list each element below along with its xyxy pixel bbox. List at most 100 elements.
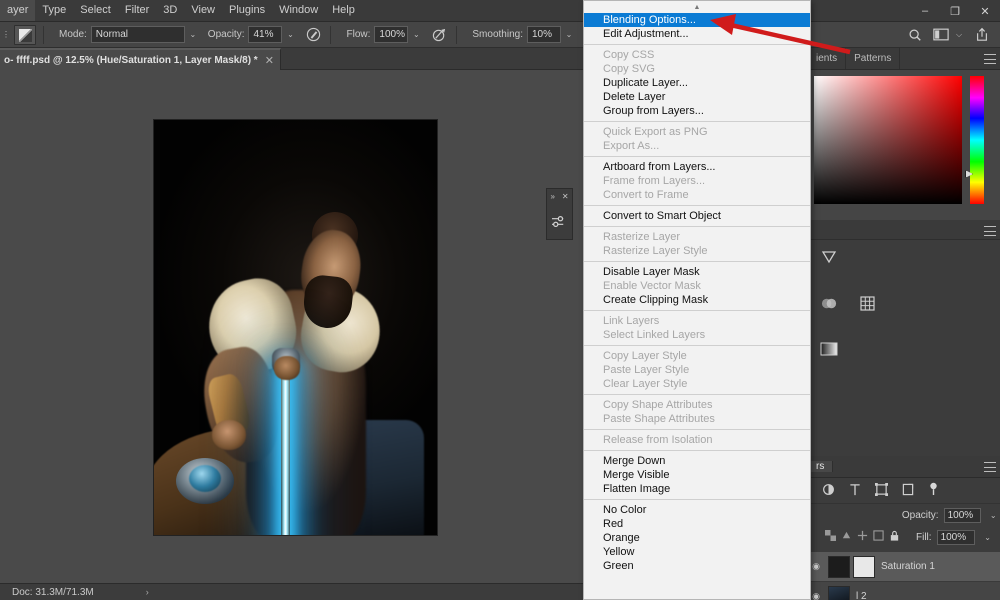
- flow-chevron-down-icon[interactable]: ⌄: [409, 26, 423, 43]
- chevrons-right-icon[interactable]: »: [550, 192, 554, 201]
- close-icon[interactable]: ✕: [562, 192, 569, 201]
- hue-strip[interactable]: [970, 76, 984, 204]
- menu-select[interactable]: Select: [73, 0, 118, 21]
- layer-thumbnail[interactable]: [828, 555, 850, 578]
- adjustments-sliders-icon[interactable]: [547, 204, 572, 239]
- context-menu-item[interactable]: Green: [584, 559, 810, 573]
- opacity-input[interactable]: 41%: [248, 26, 283, 43]
- menu-layer[interactable]: ayer: [0, 0, 36, 21]
- tab-layers[interactable]: rs: [808, 461, 834, 472]
- context-menu-item[interactable]: Edit Adjustment...: [584, 27, 810, 41]
- close-button[interactable]: ✕: [970, 0, 1000, 22]
- pressure-icon[interactable]: [429, 25, 449, 45]
- vibrance-icon[interactable]: [820, 248, 838, 266]
- context-menu-item[interactable]: Merge Down: [584, 454, 810, 468]
- context-menu-item[interactable]: Duplicate Layer...: [584, 76, 810, 90]
- context-menu-item[interactable]: Group from Layers...: [584, 104, 810, 118]
- lock-image-icon[interactable]: [841, 530, 852, 544]
- chevron-down-icon[interactable]: ⌄: [186, 26, 200, 43]
- layers-panel-menu-icon[interactable]: [984, 462, 996, 472]
- scroll-up-icon[interactable]: ▲: [584, 1, 810, 13]
- minimize-button[interactable]: –: [910, 0, 940, 22]
- menu-view[interactable]: View: [184, 0, 222, 21]
- lock-all-icon[interactable]: [889, 530, 900, 545]
- adjustments-panel-menu-icon[interactable]: [984, 226, 996, 236]
- menu-separator: [584, 310, 810, 311]
- layer-context-menu[interactable]: ▲ Blending Options... Edit Adjustment... C…: [583, 0, 811, 600]
- share-icon[interactable]: [972, 25, 992, 45]
- status-expand-icon[interactable]: ›: [146, 587, 149, 597]
- options-bar-grip[interactable]: ⋮: [2, 30, 10, 39]
- menu-separator: [584, 156, 810, 157]
- search-icon[interactable]: [905, 25, 925, 45]
- document-tab[interactable]: o- ffff.psd @ 12.5% (Hue/Saturation 1, L…: [0, 48, 281, 70]
- panel-menu-icon[interactable]: [984, 54, 996, 64]
- upper-hand: [274, 356, 300, 380]
- context-menu-item: Link Layers: [603, 315, 660, 327]
- menu-3d[interactable]: 3D: [156, 0, 184, 21]
- layer-fill-chevron-down-icon[interactable]: ⌄: [981, 529, 995, 546]
- context-menu-item: Copy SVG: [603, 63, 655, 75]
- menu-help[interactable]: Help: [325, 0, 362, 21]
- context-menu-item[interactable]: Artboard from Layers...: [584, 160, 810, 174]
- context-menu-item[interactable]: No Color: [584, 503, 810, 517]
- table-row[interactable]: ◉ Saturation 1: [808, 552, 1000, 582]
- color-picker-panel[interactable]: [808, 70, 1000, 220]
- context-menu-item[interactable]: Convert to Smart Object: [584, 209, 810, 223]
- table-row[interactable]: ◉ l 2: [808, 582, 1000, 600]
- airbrush-icon[interactable]: [303, 25, 323, 45]
- menu-plugins[interactable]: Plugins: [222, 0, 272, 21]
- lock-transparency-icon[interactable]: [825, 530, 836, 544]
- tab-gradients[interactable]: ients: [808, 48, 847, 69]
- smoothing-input[interactable]: 10%: [526, 26, 561, 43]
- menu-bar: ayer Type Select Filter 3D View Plugins …: [0, 0, 1000, 22]
- shape-filter-icon[interactable]: [875, 482, 888, 499]
- layers-list[interactable]: ◉ Saturation 1 ◉ l 2: [808, 552, 1000, 600]
- tab-patterns[interactable]: Patterns: [846, 48, 901, 69]
- workspace-chevron-down-icon[interactable]: ⌵: [952, 26, 966, 43]
- layer-opacity-chevron-down-icon[interactable]: ⌄: [987, 507, 1000, 524]
- workspace-icon[interactable]: [931, 25, 951, 45]
- context-menu-item[interactable]: Create Clipping Mask: [584, 293, 810, 307]
- layer-fill-input[interactable]: 100%: [936, 529, 975, 545]
- context-menu-item[interactable]: Merge Visible: [584, 468, 810, 482]
- menu-separator: [584, 429, 810, 430]
- context-menu-item[interactable]: Disable Layer Mask: [584, 265, 810, 279]
- context-menu-item[interactable]: Orange: [584, 531, 810, 545]
- context-menu-item[interactable]: Yellow: [584, 545, 810, 559]
- smart-object-filter-icon[interactable]: [902, 483, 914, 499]
- menu-filter[interactable]: Filter: [118, 0, 156, 21]
- artboard-image[interactable]: [154, 120, 437, 535]
- lock-artboard-icon[interactable]: [873, 530, 884, 544]
- context-menu-item[interactable]: Blending Options...: [584, 13, 810, 27]
- adjustments-panel: [808, 220, 1000, 356]
- layer-mask-thumbnail[interactable]: [853, 555, 875, 578]
- smoothing-label: Smoothing:: [472, 29, 523, 40]
- toggle-filter-icon[interactable]: [928, 482, 939, 499]
- context-menu-item[interactable]: Delete Layer: [584, 90, 810, 104]
- color-balance-icon[interactable]: [820, 294, 838, 312]
- layer-opacity-input[interactable]: 100%: [943, 507, 981, 523]
- lock-position-icon[interactable]: [857, 530, 868, 544]
- viking-warrior-photo: [154, 120, 437, 535]
- menu-type[interactable]: Type: [35, 0, 73, 21]
- gradient-map-icon[interactable]: [858, 294, 876, 312]
- blend-mode-select[interactable]: Normal: [90, 26, 185, 43]
- opacity-chevron-down-icon[interactable]: ⌄: [283, 26, 297, 43]
- menu-window[interactable]: Window: [272, 0, 325, 21]
- flow-input[interactable]: 100%: [374, 26, 409, 43]
- smoothing-chevron-down-icon[interactable]: ⌄: [562, 26, 576, 43]
- context-menu-item[interactable]: Red: [584, 517, 810, 531]
- divider: [43, 25, 44, 44]
- pixels-filter-icon[interactable]: [822, 483, 835, 499]
- layers-blend-row: Opacity: 100% ⌄: [808, 504, 1000, 526]
- gradient-icon[interactable]: [820, 340, 838, 358]
- floating-properties-panel[interactable]: » ✕: [546, 188, 573, 240]
- color-picker-field[interactable]: [814, 76, 962, 204]
- context-menu-item[interactable]: Flatten Image: [584, 482, 810, 496]
- brush-tool-icon[interactable]: [14, 24, 36, 45]
- layer-thumbnail[interactable]: [828, 585, 850, 600]
- type-filter-icon[interactable]: [849, 483, 861, 499]
- restore-button[interactable]: ❐: [940, 0, 970, 22]
- close-icon[interactable]: ✕: [265, 54, 274, 67]
